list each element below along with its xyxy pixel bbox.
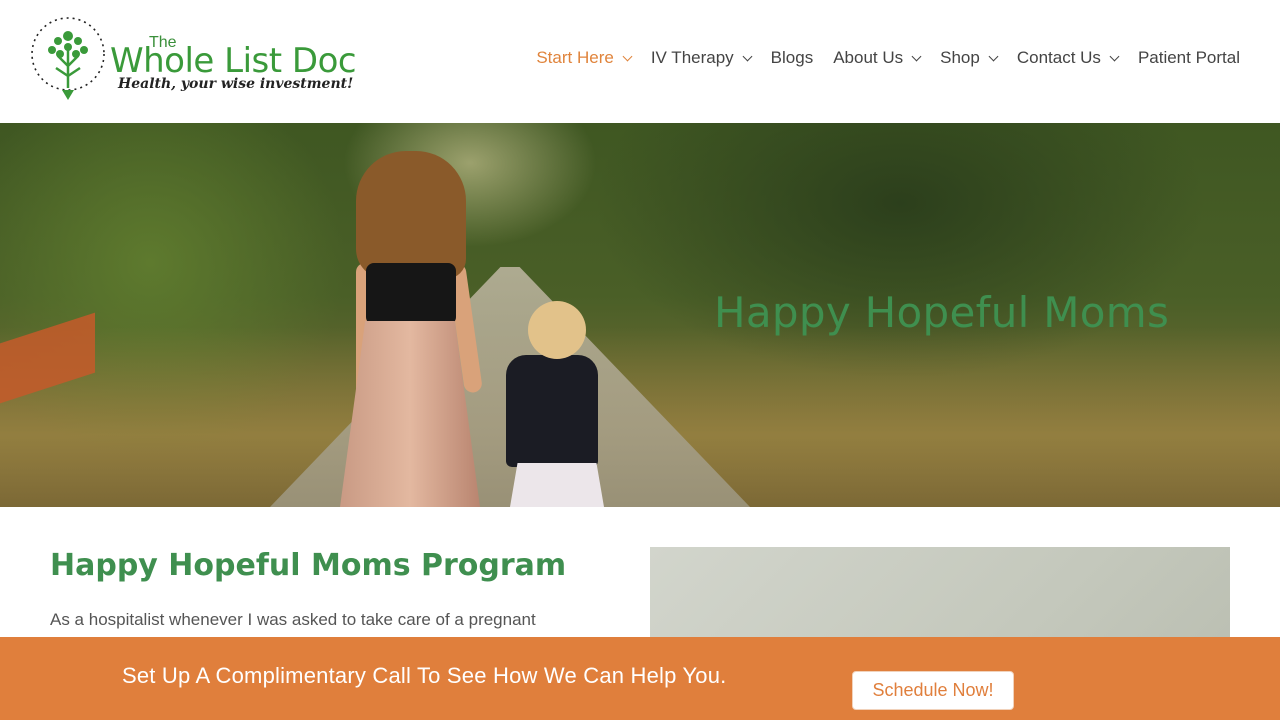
nav-item-label: Contact Us xyxy=(1016,48,1101,67)
nav-item-patient-portal[interactable]: Patient Portal xyxy=(1138,48,1240,68)
nav-item-label: IV Therapy xyxy=(650,48,734,67)
nav-item-blogs[interactable]: Blogs xyxy=(771,48,814,68)
nav-item-contact-us[interactable]: Contact Us xyxy=(1016,48,1120,68)
logo-name-text: Whole List Doc xyxy=(110,41,357,81)
cta-bar: Set Up A Complimentary Call To See How W… xyxy=(0,637,1280,720)
nav-item-shop[interactable]: Shop xyxy=(940,48,999,68)
schedule-now-button[interactable]: Schedule Now! xyxy=(852,671,1014,710)
chevron-down-icon xyxy=(1109,51,1120,61)
nav-item-label: Patient Portal xyxy=(1137,48,1240,67)
nav-item-label: Blogs xyxy=(770,48,814,67)
cta-text: Set Up A Complimentary Call To See How W… xyxy=(122,663,727,688)
logo-tagline: Health, your wise investment! xyxy=(118,76,354,92)
chevron-down-icon xyxy=(911,51,922,61)
nav-item-start-here[interactable]: Start Here xyxy=(536,48,633,68)
program-title: Happy Hopeful Moms Program xyxy=(50,548,567,583)
hero-title-wrap: Happy Hopeful Moms xyxy=(0,123,1280,507)
hero-banner: Happy Hopeful Moms xyxy=(0,123,1280,507)
chevron-down-icon xyxy=(622,51,633,61)
nav-item-about-us[interactable]: About Us xyxy=(833,48,922,68)
program-intro-text: As a hospitalist whenever I was asked to… xyxy=(50,610,536,629)
hero-title: Happy Hopeful Moms xyxy=(714,288,1170,337)
nav-item-iv-therapy[interactable]: IV Therapy xyxy=(650,48,753,68)
nav-item-label: Start Here xyxy=(536,48,614,67)
chevron-down-icon xyxy=(742,51,753,61)
tree-logo-icon xyxy=(31,17,105,100)
main-nav: Start Here IV Therapy Blogs About Us Sho… xyxy=(516,48,1240,68)
nav-item-label: About Us xyxy=(833,48,904,67)
site-header: The Whole List Doc Health, your wise inv… xyxy=(0,0,1280,123)
site-logo[interactable]: The Whole List Doc Health, your wise inv… xyxy=(28,14,358,104)
chevron-down-icon xyxy=(988,51,999,61)
nav-item-label: Shop xyxy=(940,48,980,67)
